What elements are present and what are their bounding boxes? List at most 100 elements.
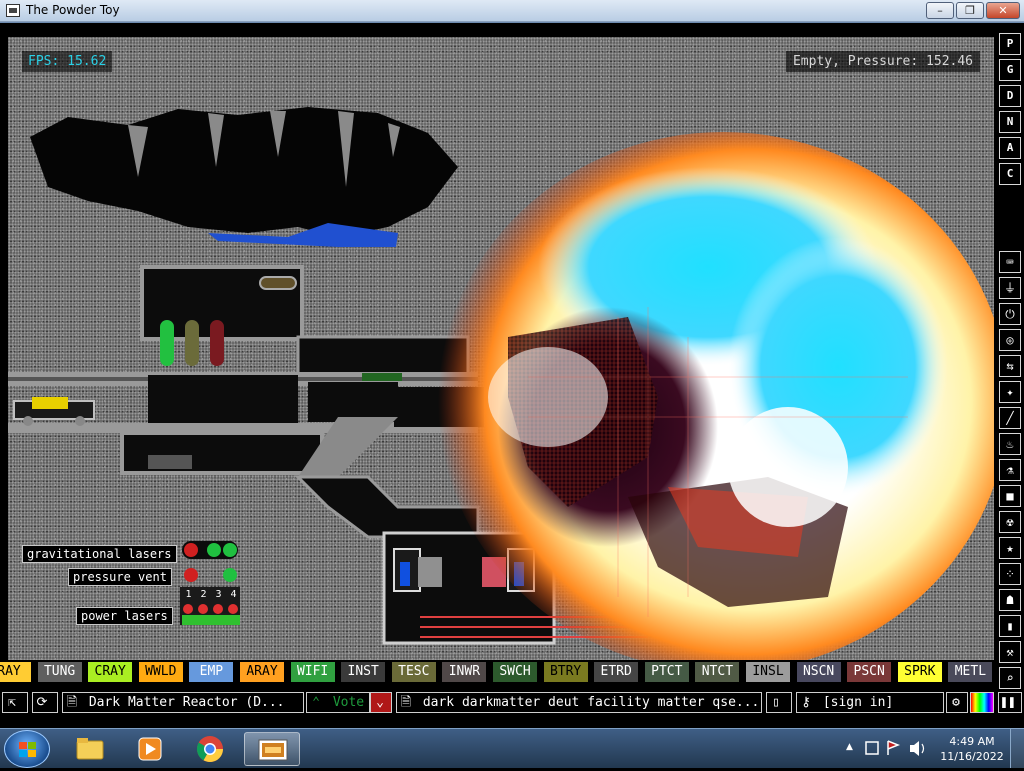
bottom-toolbar: ⇱ ⟳ 🗎 Dark Matter Reactor (D... ⌃ Vote ⌄… (0, 690, 1024, 714)
show-hidden-icons-button[interactable]: ▲ (846, 742, 853, 752)
vote-up-button[interactable]: ⌃ Vote (306, 692, 370, 713)
sign-in-button[interactable]: ⚷ [sign in] (796, 692, 944, 713)
minimize-button[interactable]: – (926, 2, 954, 19)
element-ptct[interactable]: PTCT (643, 661, 690, 683)
reload-button[interactable]: ⟳ (32, 692, 58, 713)
folder-icon (76, 738, 104, 760)
element-ntct[interactable]: NTCT (694, 661, 741, 683)
element-tesc[interactable]: TESC (390, 661, 437, 683)
reload-icon: ⟳ (36, 695, 48, 710)
life-icon[interactable]: ☗ (999, 589, 1021, 611)
menu-button-c[interactable]: C (999, 163, 1021, 185)
flask-icon[interactable]: ⚗ (999, 459, 1021, 481)
app-window: The Powder Toy – ❐ ✕ FPS: 15.62 Empty, P… (0, 0, 1024, 728)
laser-number-labels: 1 2 3 4 (181, 589, 241, 603)
sign-gravitational-lasers[interactable]: gravitational lasers (22, 545, 177, 563)
plug-icon[interactable]: ⏚ (999, 277, 1021, 299)
element-cray[interactable]: CRAY (87, 661, 134, 683)
sign-power-lasers[interactable]: power lasers (76, 607, 173, 625)
vote-down-button[interactable]: ⌄ (370, 692, 392, 713)
wrench-icon[interactable]: ╱ (999, 407, 1021, 429)
explosive-icon[interactable]: ✦ (999, 381, 1021, 403)
menu-button-n[interactable]: N (999, 111, 1021, 133)
pause-icon: ❚❚ (1000, 695, 1016, 710)
element-palette: RAY TUNG CRAY WWLD EMP ARAY WIFI INST TESC INWR SW… (0, 660, 994, 684)
element-aray[interactable]: ARAY (239, 661, 285, 683)
keyboard-icon[interactable]: ⌨ (999, 251, 1021, 273)
element-inst[interactable]: INST (340, 661, 387, 683)
sensor-icon[interactable]: ◎ (999, 329, 1021, 351)
network-icon (865, 741, 879, 755)
dots-icon[interactable]: ⁘ (999, 563, 1021, 585)
search-icon[interactable]: ⌕ (999, 667, 1021, 689)
title-bar[interactable]: The Powder Toy – ❐ ✕ (0, 0, 1024, 22)
force-icon[interactable]: ⇆ (999, 355, 1021, 377)
new-simulation-button[interactable]: ▯ (766, 692, 792, 713)
element-tung[interactable]: TUNG (36, 661, 83, 683)
element-inwr[interactable]: INWR (441, 661, 488, 683)
pressure-readout: Empty, Pressure: 152.46 (785, 51, 980, 72)
laser-number-1: 1 (185, 589, 192, 600)
close-button[interactable]: ✕ (986, 2, 1020, 19)
volume-icon (910, 741, 919, 756)
save-icon: 🗎 (66, 695, 78, 710)
action-center-flag-icon (887, 740, 901, 755)
taskbar-powder-toy[interactable] (244, 732, 300, 766)
element-wwld[interactable]: WWLD (137, 661, 184, 683)
window-title: The Powder Toy (26, 3, 120, 17)
flame-icon[interactable]: ♨ (999, 433, 1021, 455)
element-swch[interactable]: SWCH (492, 661, 538, 683)
menu-button-p[interactable]: P (999, 33, 1021, 55)
menu-sidebar: P G D N A C ⌨ ⏚ ⏻ ◎ ⇆ ✦ ╱ ♨ ⚗ ■ ☢ ★ ⁘ ☗ ▮ ⚒ ⌕ (998, 33, 1022, 703)
taskbar-media-player[interactable] (122, 732, 178, 766)
element-metl[interactable]: METL (947, 661, 994, 683)
simulation-canvas[interactable]: FPS: 15.62 Empty, Pressure: 152.46 gravi… (8, 37, 994, 675)
bookmark-icon[interactable]: ▮ (999, 615, 1021, 637)
start-button[interactable] (4, 730, 50, 768)
taskbar-explorer[interactable] (62, 732, 118, 766)
element-insl[interactable]: INSL (745, 661, 791, 683)
element-etrd[interactable]: ETRD (593, 661, 640, 683)
tray-icons (865, 740, 925, 756)
maximize-button[interactable]: ❐ (956, 2, 984, 19)
menu-button-a[interactable]: A (999, 137, 1021, 159)
taskbar-chrome[interactable] (182, 732, 238, 766)
save-name-button[interactable]: 🗎 Dark Matter Reactor (D... (62, 692, 304, 713)
laser-number-4: 4 (230, 589, 237, 600)
radioactive-icon[interactable]: ☢ (999, 511, 1021, 533)
vote-label: Vote (332, 695, 365, 710)
thumb-up-icon: ⌃ (312, 695, 320, 710)
settings-button[interactable]: ⚙ (946, 692, 968, 713)
key-icon: ⚷ (801, 695, 811, 710)
element-ray[interactable]: RAY (0, 661, 32, 683)
laser-number-3: 3 (215, 589, 222, 600)
element-wifi[interactable]: WIFI (289, 661, 336, 683)
tags-label: dark darkmatter deut facility matter qse… (422, 695, 760, 710)
windows-taskbar: ▲ 4:49 AM 11/16/2022 (0, 728, 1024, 768)
menu-button-d[interactable]: D (999, 85, 1021, 107)
open-icon: ⇱ (8, 695, 16, 710)
element-sprk[interactable]: SPRK (896, 661, 943, 683)
sign-pressure-vent[interactable]: pressure vent (68, 568, 172, 586)
solid-icon[interactable]: ■ (999, 485, 1021, 507)
new-file-icon: ▯ (772, 695, 780, 710)
open-save-button[interactable]: ⇱ (2, 692, 28, 713)
game-client: FPS: 15.62 Empty, Pressure: 152.46 gravi… (0, 23, 1024, 728)
taskbar-clock[interactable]: 4:49 AM 11/16/2022 (937, 734, 1007, 764)
tools-icon[interactable]: ⚒ (999, 641, 1021, 663)
special-icon[interactable]: ★ (999, 537, 1021, 559)
element-emp[interactable]: EMP (188, 661, 235, 683)
element-btry[interactable]: BTRY (542, 661, 589, 683)
element-pscn[interactable]: PSCN (846, 661, 893, 683)
show-desktop-button[interactable] (1010, 728, 1024, 768)
menu-button-g[interactable]: G (999, 59, 1021, 81)
renderer-options-button[interactable] (970, 692, 994, 713)
power-icon[interactable]: ⏻ (999, 303, 1021, 325)
fps-counter: FPS: 15.62 (22, 51, 113, 72)
element-nscn[interactable]: NSCN (795, 661, 842, 683)
clock-time: 4:49 AM (949, 735, 995, 748)
chrome-icon (196, 736, 224, 763)
pause-button[interactable]: ❚❚ (998, 692, 1022, 713)
laser-number-2: 2 (200, 589, 207, 600)
tags-button[interactable]: 🗎 dark darkmatter deut facility matter q… (396, 692, 762, 713)
